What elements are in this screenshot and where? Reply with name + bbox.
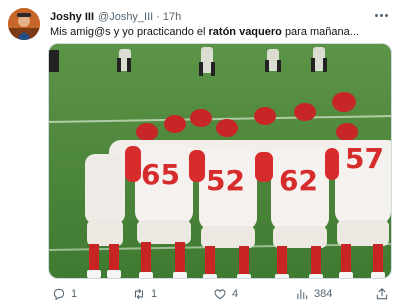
tweet-header: Joshy III @Joshy_III · 17h bbox=[50, 10, 181, 26]
avatar-image bbox=[8, 8, 40, 40]
views-bar-chart-icon bbox=[297, 289, 308, 300]
retweet-button[interactable]: 1 bbox=[132, 284, 157, 304]
separator-dot: · bbox=[156, 11, 160, 23]
retweet-count: 1 bbox=[151, 288, 158, 300]
video-frame: 65 52 62 57 bbox=[49, 44, 391, 278]
jersey-number-65: 65 bbox=[141, 158, 180, 191]
jersey-number-57: 57 bbox=[345, 142, 384, 175]
tweet-text: Mis amig@s y yo practicando el ratón vaq… bbox=[50, 25, 390, 39]
tweet-actions: 1 1 4 384 bbox=[48, 284, 392, 304]
reply-icon bbox=[53, 288, 65, 301]
avatar[interactable] bbox=[8, 8, 40, 40]
tweet-text-end: para mañana... bbox=[284, 26, 359, 38]
views-button[interactable]: 384 bbox=[295, 284, 332, 304]
tweet-text-start: Mis amig@s y yo practicando el bbox=[50, 26, 206, 38]
reply-count: 1 bbox=[71, 288, 78, 300]
tweet-text-bold: ratón vaquero bbox=[208, 26, 282, 38]
timestamp[interactable]: 17h bbox=[163, 10, 181, 24]
jersey-number-52: 52 bbox=[206, 164, 245, 197]
tweet-card[interactable]: Joshy III @Joshy_III · 17h Mis amig@s y … bbox=[0, 0, 400, 307]
tweet-media-video[interactable]: 65 52 62 57 bbox=[48, 43, 392, 279]
reply-button[interactable]: 1 bbox=[52, 284, 77, 304]
share-icon bbox=[376, 288, 388, 300]
views-count: 384 bbox=[314, 288, 333, 300]
heart-icon bbox=[214, 289, 226, 300]
user-handle[interactable]: @Joshy_III bbox=[98, 10, 153, 24]
share-button[interactable] bbox=[375, 284, 389, 304]
retweet-icon bbox=[134, 288, 144, 300]
display-name[interactable]: Joshy III bbox=[50, 10, 94, 24]
more-options-icon[interactable] bbox=[372, 8, 390, 22]
jersey-number-62: 62 bbox=[279, 164, 318, 197]
like-count: 4 bbox=[232, 288, 239, 300]
like-button[interactable]: 4 bbox=[213, 284, 238, 304]
